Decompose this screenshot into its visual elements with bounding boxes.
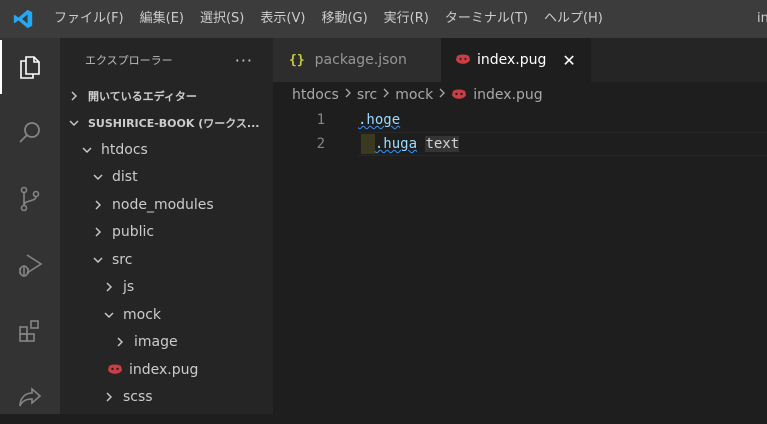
- menu-edit[interactable]: 編集(E): [132, 0, 192, 38]
- code-line: 1 .hoge: [273, 108, 767, 132]
- breadcrumb-separator-icon: [343, 87, 353, 103]
- chevron-right-icon: [101, 279, 117, 295]
- breadcrumb-separator-icon: [381, 87, 391, 103]
- tree-item-mock[interactable]: mock: [60, 301, 273, 329]
- tree-item-label: dist: [112, 169, 138, 186]
- editor-tabs: {} package.json index.pug ✕: [273, 38, 767, 82]
- activity-bar: [0, 38, 60, 414]
- pug-file-icon: [451, 88, 467, 102]
- chevron-down-icon: [101, 307, 117, 323]
- tree-item-htdocs[interactable]: htdocs: [60, 136, 273, 164]
- source-control-icon[interactable]: [0, 172, 60, 226]
- explorer-sidebar: エクスプローラー ··· 開いているエディター SUSHIRICE-BOOK (…: [60, 38, 273, 414]
- tree-item-label: image: [134, 334, 178, 351]
- tree-item-label: index.pug: [129, 361, 199, 378]
- chevron-down-icon: [90, 252, 106, 268]
- workspace-section[interactable]: SUSHIRICE-BOOK (ワークス...: [60, 109, 273, 136]
- menu-help[interactable]: ヘルプ(H): [536, 0, 611, 38]
- breadcrumb-item-mock[interactable]: mock: [395, 87, 433, 103]
- sidebar-header: エクスプローラー ···: [60, 38, 273, 82]
- extensions-icon[interactable]: [0, 304, 60, 358]
- menu-terminal[interactable]: ターミナル(T): [437, 0, 536, 38]
- tab-label: package.json: [314, 52, 407, 68]
- tree-item-image[interactable]: image: [60, 329, 273, 357]
- menu-file[interactable]: ファイル(F): [46, 0, 132, 38]
- chevron-down-icon: [79, 142, 95, 158]
- line-number: 2: [316, 136, 325, 152]
- menu-run[interactable]: 実行(R): [376, 0, 437, 38]
- tree-item-node-modules[interactable]: node_modules: [60, 191, 273, 219]
- tree-item-label: scss: [123, 389, 153, 406]
- code-line: 2 .huga text: [273, 132, 767, 156]
- menu-selection[interactable]: 選択(S): [192, 0, 252, 38]
- search-icon[interactable]: [0, 106, 60, 160]
- chevron-right-icon: [90, 197, 106, 213]
- open-editors-section[interactable]: 開いているエディター: [60, 82, 273, 109]
- breadcrumb: htdocs src mock index.pug: [292, 82, 543, 108]
- tree-item-index-pug[interactable]: index.pug: [60, 356, 273, 384]
- tree-item-label: src: [112, 251, 133, 268]
- line-content[interactable]: .hoge: [358, 108, 400, 132]
- tab-label: index.pug: [477, 52, 547, 68]
- tree-item-label: js: [123, 279, 135, 296]
- pug-file-icon: [455, 53, 471, 67]
- tree-item-label: public: [112, 224, 155, 241]
- menu-bar: ファイル(F) 編集(E) 選択(S) 表示(V) 移動(G) 実行(R) ター…: [46, 0, 611, 38]
- breadcrumb-item-file[interactable]: index.pug: [473, 87, 542, 103]
- text-token: text: [425, 136, 460, 152]
- tree-item-label: mock: [123, 306, 162, 323]
- file-tree: htdocs dist node_modulespublic src js mock ima…: [60, 136, 273, 411]
- tree-item-label: htdocs: [101, 141, 148, 158]
- sidebar-title: エクスプローラー: [85, 54, 173, 67]
- menu-view[interactable]: 表示(V): [252, 0, 313, 38]
- breadcrumb-separator-icon: [437, 87, 447, 103]
- title-bar: ファイル(F) 編集(E) 選択(S) 表示(V) 移動(G) 実行(R) ター…: [0, 0, 767, 38]
- line-number: 1: [316, 112, 325, 128]
- tree-item-src[interactable]: src: [60, 246, 273, 274]
- tree-item-label: node_modules: [112, 196, 214, 213]
- class-token: .hoge: [358, 112, 401, 128]
- chevron-right-icon: [66, 88, 82, 104]
- close-icon[interactable]: ✕: [562, 51, 575, 70]
- tree-item-dist[interactable]: dist: [60, 164, 273, 192]
- chevron-right-icon: [90, 224, 106, 240]
- tab-package-json[interactable]: {} package.json: [273, 38, 441, 82]
- breadcrumb-item-htdocs[interactable]: htdocs: [292, 87, 339, 103]
- chevron-right-icon: [112, 334, 128, 350]
- run-debug-icon[interactable]: [0, 238, 60, 292]
- pug-file-icon: [107, 363, 123, 377]
- chevron-right-icon: [101, 389, 117, 405]
- window-title: in: [757, 11, 767, 26]
- menu-go[interactable]: 移動(G): [313, 0, 375, 38]
- tree-item-public[interactable]: public: [60, 219, 273, 247]
- vscode-logo-icon: [0, 0, 46, 38]
- tree-item-js[interactable]: js: [60, 274, 273, 302]
- json-file-icon: {}: [289, 52, 305, 68]
- line-content[interactable]: .huga text: [358, 132, 460, 156]
- breadcrumb-item-src[interactable]: src: [357, 87, 377, 103]
- more-actions-icon[interactable]: ···: [235, 51, 253, 70]
- class-token: .huga: [374, 136, 418, 152]
- tab-index-pug[interactable]: index.pug ✕: [441, 38, 591, 82]
- chevron-down-icon: [66, 115, 82, 131]
- explorer-icon[interactable]: [0, 40, 60, 94]
- workspace-label: SUSHIRICE-BOOK (ワークス...: [88, 116, 260, 130]
- chevron-down-icon: [90, 169, 106, 185]
- code-editor[interactable]: 1 .hoge 2 .huga text: [273, 108, 767, 414]
- live-share-icon[interactable]: [0, 370, 60, 424]
- tree-item-scss[interactable]: scss: [60, 384, 273, 412]
- open-editors-label: 開いているエディター: [88, 89, 197, 103]
